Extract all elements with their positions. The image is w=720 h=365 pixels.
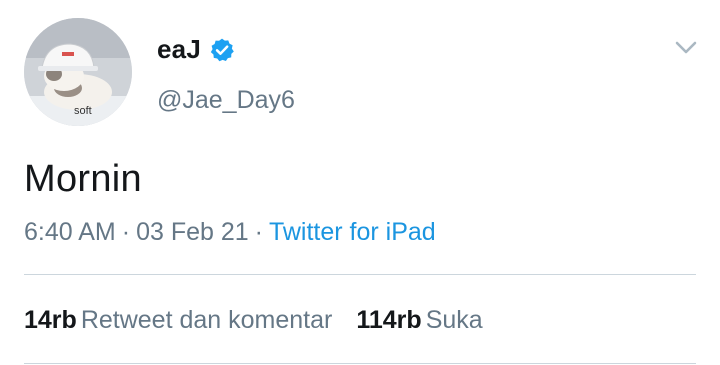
likes-count: 114rb <box>356 306 422 334</box>
tweet-time: 6:40 AM <box>24 218 116 246</box>
likes-label: Suka <box>425 306 483 334</box>
tweet-meta: 6:40 AM · 03 Feb 21 · Twitter for iPad <box>24 218 436 247</box>
retweets-stat[interactable]: 14rb Retweet dan komentar <box>24 306 332 335</box>
tweet-date[interactable]: 03 Feb 21 <box>136 218 249 246</box>
meta-separator: · <box>254 218 263 246</box>
meta-separator: · <box>121 218 131 246</box>
display-name[interactable]: eaJ <box>157 34 201 65</box>
likes-stat[interactable]: 114rb Suka <box>356 306 482 335</box>
retweets-label: Retweet dan komentar <box>80 306 333 334</box>
avatar-image: soft <box>24 18 132 126</box>
tweet-detail: soft eaJ @Jae_Day6 Mornin 6:40 AM · 03 Feb… <box>0 0 720 365</box>
verified-badge-icon <box>209 37 235 63</box>
avatar[interactable]: soft <box>24 18 132 126</box>
tweet-source-link[interactable]: Twitter for iPad <box>269 218 436 246</box>
retweets-count: 14rb <box>24 306 77 334</box>
tweet-stats: 14rb Retweet dan komentar 114rb Suka <box>24 306 483 335</box>
divider <box>24 363 696 364</box>
chevron-down-icon[interactable] <box>672 36 700 60</box>
avatar-caption: soft <box>74 105 92 117</box>
divider <box>24 274 696 275</box>
user-handle[interactable]: @Jae_Day6 <box>157 86 295 115</box>
name-row: eaJ <box>157 34 235 65</box>
tweet-text: Mornin <box>24 158 142 200</box>
